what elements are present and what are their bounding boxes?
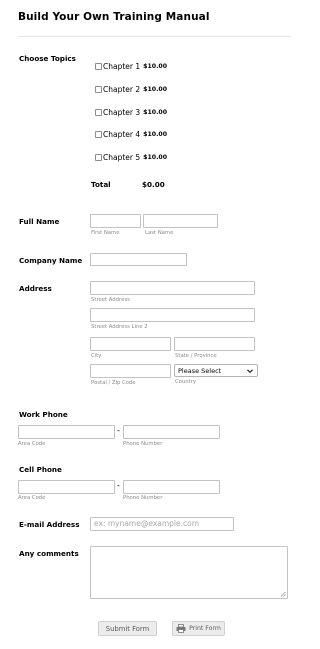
total-value: $0.00: [142, 180, 165, 189]
city-sublabel: City: [91, 353, 102, 359]
full-name-label: Full Name: [19, 217, 60, 226]
page-title: Build Your Own Training Manual: [18, 11, 210, 23]
street-address-2-input[interactable]: [90, 308, 255, 322]
topic-item[interactable]: Chapter 1 $10.00: [95, 62, 167, 71]
topic-name: Chapter 2: [103, 85, 141, 94]
country-select[interactable]: Please Select: [174, 364, 258, 377]
country-sublabel: Country: [175, 379, 197, 385]
last-name-input[interactable]: [143, 214, 218, 228]
last-name-sublabel: Last Name: [145, 230, 174, 236]
cell-phone-label: Cell Phone: [19, 465, 62, 474]
work-phone-label: Work Phone: [19, 410, 68, 419]
topic-item[interactable]: Chapter 3 $10.00: [95, 108, 167, 117]
topic-item[interactable]: Chapter 4 $10.00: [95, 130, 167, 139]
street-address-sublabel: Street Address: [91, 297, 130, 303]
checkbox-icon[interactable]: [95, 86, 102, 93]
company-name-label: Company Name: [19, 256, 83, 265]
title-divider: [18, 36, 291, 37]
work-phone-number-input[interactable]: [123, 425, 220, 439]
state-sublabel: State / Province: [175, 353, 217, 359]
work-area-code-sublabel: Area Code: [18, 441, 46, 447]
first-name-sublabel: First Name: [91, 230, 120, 236]
submit-button-label: Submit Form: [105, 624, 150, 633]
cell-phone-separator: -: [117, 481, 120, 490]
zip-sublabel: Postal / Zip Code: [91, 380, 136, 386]
topic-name: Chapter 5: [103, 153, 141, 162]
country-select-value: Please Select: [178, 366, 222, 375]
print-button[interactable]: Print Form: [172, 621, 225, 636]
address-label: Address: [19, 284, 52, 293]
topic-name: Chapter 3: [103, 108, 141, 117]
print-button-label: Print Form: [189, 625, 221, 632]
checkbox-icon[interactable]: [95, 63, 102, 70]
topic-item[interactable]: Chapter 2 $10.00: [95, 85, 167, 94]
checkbox-icon[interactable]: [95, 109, 102, 116]
comments-textarea[interactable]: [90, 546, 288, 599]
work-phone-number-sublabel: Phone Number: [123, 441, 163, 447]
company-name-input[interactable]: [90, 253, 187, 266]
submit-button[interactable]: Submit Form: [98, 621, 157, 636]
topic-name: Chapter 4: [103, 130, 141, 139]
cell-phone-number-sublabel: Phone Number: [123, 495, 163, 501]
topic-price: $10.00: [143, 86, 168, 93]
street-address-input[interactable]: [90, 281, 255, 295]
topics-label: Choose Topics: [19, 54, 76, 63]
topic-item[interactable]: Chapter 5 $10.00: [95, 153, 167, 162]
cell-area-code-sublabel: Area Code: [18, 495, 46, 501]
work-area-code-input[interactable]: [18, 425, 115, 439]
checkbox-icon[interactable]: [95, 154, 102, 161]
printer-icon: [176, 624, 186, 633]
checkbox-icon[interactable]: [95, 131, 102, 138]
chevron-down-icon: [247, 368, 253, 373]
work-phone-separator: -: [117, 426, 120, 435]
topic-name: Chapter 1: [103, 62, 141, 71]
email-label: E-mail Address: [19, 520, 80, 529]
cell-phone-number-input[interactable]: [123, 480, 220, 494]
first-name-input[interactable]: [90, 214, 141, 228]
topic-price: $10.00: [143, 154, 168, 161]
city-input[interactable]: [90, 337, 171, 351]
topic-price: $10.00: [143, 131, 168, 138]
comments-label: Any comments: [19, 549, 79, 558]
street-address-2-sublabel: Street Address Line 2: [91, 324, 148, 330]
total-label: Total: [91, 180, 111, 189]
zip-input[interactable]: [90, 364, 171, 378]
topic-price: $10.00: [143, 109, 168, 116]
topic-price: $10.00: [143, 63, 168, 70]
email-input[interactable]: ex: myname@example.com: [90, 517, 234, 531]
resize-grip-icon[interactable]: [280, 591, 286, 597]
cell-area-code-input[interactable]: [18, 480, 115, 494]
state-input[interactable]: [174, 337, 255, 351]
